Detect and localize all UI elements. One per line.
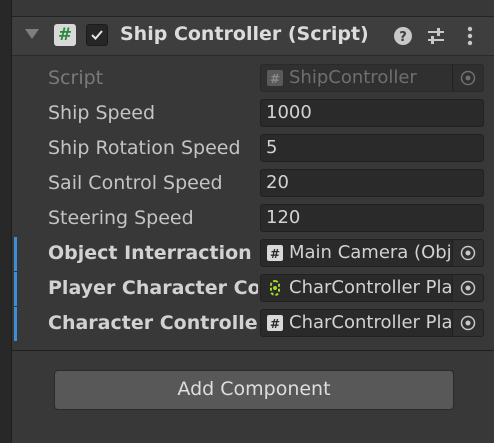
object-interraction-controller-field[interactable]: # Main Camera (Object Interraction Contr… <box>260 239 484 267</box>
svg-text:#: # <box>270 247 280 261</box>
svg-text:#: # <box>270 72 280 86</box>
svg-text:#: # <box>270 317 280 331</box>
field-label: Ship Speed <box>48 102 156 124</box>
field-label: Object Interraction Controller <box>48 242 258 264</box>
preset-sliders-icon[interactable] <box>425 25 447 47</box>
script-field-row: Script # ShipController <box>12 62 494 96</box>
ship-rotation-speed-row: Ship Rotation Speed 5 <box>12 132 494 166</box>
object-picker-icon <box>460 280 476 296</box>
field-label: Script <box>48 67 104 89</box>
section-divider <box>12 350 494 351</box>
character-controller-icon <box>270 280 280 296</box>
player-character-controller-row: Player Character Controller CharControll… <box>12 272 494 306</box>
ship-speed-input[interactable]: 1000 <box>260 99 484 127</box>
object-picker-button[interactable] <box>452 240 483 266</box>
override-marker <box>14 307 17 341</box>
object-picker-icon <box>460 245 476 261</box>
svg-text:?: ? <box>399 30 407 45</box>
override-marker <box>14 272 17 306</box>
steering-speed-row: Steering Speed 120 <box>12 202 494 236</box>
ship-speed-row: Ship Speed 1000 <box>12 97 494 131</box>
field-label: Steering Speed <box>48 207 194 229</box>
object-picker-button[interactable] <box>452 310 483 336</box>
ship-rotation-speed-input[interactable]: 5 <box>260 134 484 162</box>
object-interraction-controller-row: Object Interraction Controller # Main Ca… <box>12 237 494 271</box>
component-title: Ship Controller (Script) <box>120 23 369 45</box>
help-icon[interactable]: ? <box>392 25 414 47</box>
field-label: Player Character Controller <box>48 277 258 299</box>
field-label: Ship Rotation Speed <box>48 137 241 159</box>
component-enabled-checkbox[interactable] <box>86 24 108 46</box>
character-controller-row: Character Controller # CharController Pl… <box>12 307 494 341</box>
steering-speed-input[interactable]: 120 <box>260 204 484 232</box>
script-icon: # <box>267 70 283 86</box>
sail-control-speed-row: Sail Control Speed 20 <box>12 167 494 201</box>
script-object-field: # ShipController <box>260 64 484 92</box>
object-picker-button[interactable] <box>452 275 483 301</box>
field-value: ShipController <box>289 67 417 88</box>
add-component-button[interactable]: Add Component <box>54 370 454 410</box>
player-character-controller-field[interactable]: CharController Player <box>260 274 484 302</box>
script-icon: # <box>267 315 283 331</box>
inspector-left-gutter <box>0 0 12 443</box>
script-icon: # <box>54 24 76 46</box>
field-label: Sail Control Speed <box>48 172 223 194</box>
foldout-arrow-icon[interactable] <box>25 29 39 39</box>
checkmark-icon <box>91 30 103 40</box>
character-controller-field[interactable]: # CharController Player <box>260 309 484 337</box>
sail-control-speed-input[interactable]: 20 <box>260 169 484 197</box>
kebab-menu-icon[interactable] <box>459 25 481 47</box>
object-picker-icon <box>460 315 476 331</box>
object-picker-button <box>452 65 483 91</box>
script-icon: # <box>267 245 283 261</box>
component-header[interactable]: # Ship Controller (Script) ? <box>12 16 494 56</box>
field-label: Character Controller <box>48 312 258 334</box>
override-marker <box>14 237 17 271</box>
object-picker-icon <box>460 70 476 86</box>
